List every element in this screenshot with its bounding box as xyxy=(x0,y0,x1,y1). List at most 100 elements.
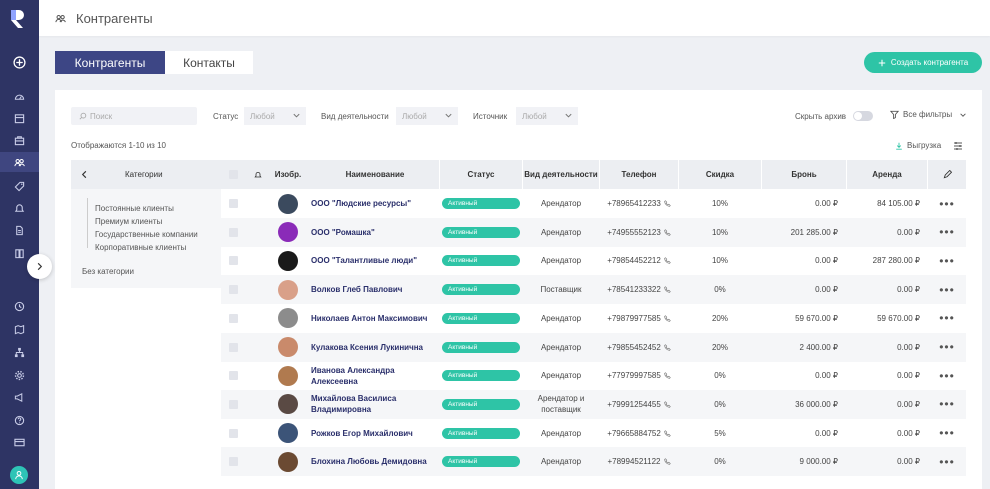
briefcase-icon[interactable] xyxy=(0,130,39,150)
tag-icon[interactable] xyxy=(0,176,39,196)
row-checkbox[interactable] xyxy=(228,457,238,467)
more-actions-icon[interactable]: ••• xyxy=(939,254,955,268)
row-checkbox[interactable] xyxy=(228,371,238,381)
phone-icon[interactable] xyxy=(664,200,671,207)
phone-icon[interactable] xyxy=(664,401,671,408)
counterparty-name[interactable]: Блохина Любовь Демидовна xyxy=(311,456,427,467)
row-checkbox[interactable] xyxy=(228,285,238,295)
phone-icon[interactable] xyxy=(664,429,671,437)
plus-circle-icon[interactable] xyxy=(0,52,39,72)
phone-icon[interactable] xyxy=(664,286,671,293)
row-checkbox[interactable] xyxy=(228,428,238,438)
counterparty-name[interactable]: ООО "Людские ресурсы" xyxy=(311,198,411,209)
counterparty-name[interactable]: ООО "Талантливые люди" xyxy=(311,255,417,266)
more-actions-icon[interactable]: ••• xyxy=(939,397,955,411)
history-icon[interactable] xyxy=(0,296,39,316)
counterparty-name[interactable]: Николаев Антон Максимович xyxy=(311,313,427,324)
phone-icon[interactable] xyxy=(664,228,671,236)
counterparty-name[interactable]: Иванова Александра Алексеевна xyxy=(311,365,437,387)
more-actions-icon[interactable]: ••• xyxy=(939,426,955,440)
tab-contacts[interactable]: Контакты xyxy=(165,51,253,74)
source-filter-select[interactable]: Любой xyxy=(516,107,578,125)
status-badge: Активный xyxy=(442,226,520,238)
more-actions-icon[interactable]: ••• xyxy=(939,225,955,239)
table-row[interactable]: ООО "Ромашка" Активный Арендатор +749555521… xyxy=(221,217,966,247)
bell-icon[interactable] xyxy=(254,171,262,179)
tab-counterparties[interactable]: Контрагенты xyxy=(55,51,165,74)
category-uncategorized[interactable]: Без категории xyxy=(82,267,134,276)
table-row[interactable]: Михайлова Василиса Владимировна Активный А… xyxy=(221,389,966,419)
counterparty-name[interactable]: Рожков Егор Михайлович xyxy=(311,428,413,439)
category-corporate-clients[interactable]: Корпоративные клиенты xyxy=(95,243,186,252)
column-name[interactable]: Наименование xyxy=(311,160,439,189)
rent-amount: 0.00 ₽ xyxy=(897,457,920,467)
sidebar-expand-button[interactable] xyxy=(27,254,52,279)
more-actions-icon[interactable]: ••• xyxy=(939,340,955,354)
search-input[interactable]: Поиск xyxy=(71,107,197,125)
row-checkbox[interactable] xyxy=(228,399,238,409)
row-checkbox[interactable] xyxy=(228,313,238,323)
activity-type: Арендатор xyxy=(540,371,582,381)
table-row[interactable]: ООО "Людские ресурсы" Активный Арендатор +7… xyxy=(221,189,966,218)
phone-icon[interactable] xyxy=(663,458,671,466)
more-actions-icon[interactable]: ••• xyxy=(939,197,955,211)
column-phone[interactable]: Телефон xyxy=(600,160,678,189)
column-booking[interactable]: Бронь xyxy=(762,160,846,189)
dashboard-icon[interactable] xyxy=(0,86,39,106)
row-checkbox[interactable] xyxy=(228,256,238,266)
column-discount[interactable]: Скидка xyxy=(679,160,761,189)
column-activity[interactable]: Вид деятельности xyxy=(523,160,599,189)
status-filter-select[interactable]: Любой xyxy=(244,107,306,125)
phone-icon[interactable] xyxy=(664,257,671,265)
category-regular-clients[interactable]: Постоянные клиенты xyxy=(95,204,174,213)
calendar-icon[interactable] xyxy=(0,108,39,128)
row-checkbox[interactable] xyxy=(228,342,238,352)
user-icon[interactable] xyxy=(10,466,28,484)
megaphone-icon[interactable] xyxy=(0,387,39,407)
phone-icon[interactable] xyxy=(664,343,671,351)
chevron-down-icon xyxy=(445,113,452,118)
phone-icon[interactable] xyxy=(664,315,671,322)
create-counterparty-button[interactable]: Создать контрагента xyxy=(864,52,982,73)
column-status[interactable]: Статус xyxy=(440,160,522,189)
gear-icon[interactable] xyxy=(0,365,39,385)
phone-icon[interactable] xyxy=(664,372,671,379)
hide-archive-toggle[interactable] xyxy=(853,111,873,121)
table-row[interactable]: Волков Глеб Павлович Активный Поставщик +78… xyxy=(221,275,966,305)
structure-icon[interactable] xyxy=(0,342,39,362)
counterparty-name[interactable]: Михайлова Василиса Владимировна xyxy=(311,393,437,415)
table-row[interactable]: ООО "Талантливые люди" Активный Арендатор +… xyxy=(221,246,966,275)
more-actions-icon[interactable]: ••• xyxy=(939,455,955,469)
table-row[interactable]: Рожков Егор Михайлович Активный Арендатор +… xyxy=(221,419,966,448)
contacts-icon[interactable] xyxy=(0,152,39,172)
category-state-companies[interactable]: Государственные компании xyxy=(95,230,198,239)
more-actions-icon[interactable]: ••• xyxy=(939,311,955,325)
select-all-checkbox[interactable] xyxy=(228,170,238,179)
category-premium-clients[interactable]: Премиум клиенты xyxy=(95,217,162,226)
table-row[interactable]: Кулакова Ксения Лукинична Активный Арендат… xyxy=(221,332,966,362)
table-row[interactable]: Иванова Александра Алексеевна Активный Аре… xyxy=(221,361,966,390)
column-rent[interactable]: Аренда xyxy=(847,160,927,189)
table-row[interactable]: Блохина Любовь Демидовна Активный Арендато… xyxy=(221,447,966,477)
export-button[interactable]: Выгрузка xyxy=(895,141,941,150)
help-icon[interactable] xyxy=(0,410,39,430)
all-filters-button[interactable]: Все фильтры xyxy=(890,110,967,119)
app-logo-icon[interactable] xyxy=(8,8,30,30)
counterparty-name[interactable]: Кулакова Ксения Лукинична xyxy=(311,342,423,353)
map-icon[interactable] xyxy=(0,319,39,339)
row-checkbox[interactable] xyxy=(228,199,238,208)
bell-icon[interactable] xyxy=(0,198,39,218)
row-checkbox[interactable] xyxy=(228,227,238,237)
source-filter-value: Любой xyxy=(522,111,547,121)
columns-settings-icon[interactable] xyxy=(953,141,963,151)
more-actions-icon[interactable]: ••• xyxy=(939,369,955,383)
activity-filter-select[interactable]: Любой xyxy=(396,107,458,125)
counterparty-name[interactable]: Волков Глеб Павлович xyxy=(311,284,402,295)
card-icon[interactable] xyxy=(0,432,39,452)
more-actions-icon[interactable]: ••• xyxy=(939,283,955,297)
edit-pencil-icon[interactable] xyxy=(943,170,952,179)
counterparty-name[interactable]: ООО "Ромашка" xyxy=(311,227,375,238)
table-row[interactable]: Николаев Антон Максимович Активный Арендат… xyxy=(221,304,966,333)
chevron-left-icon[interactable] xyxy=(80,170,89,179)
document-icon[interactable] xyxy=(0,220,39,240)
